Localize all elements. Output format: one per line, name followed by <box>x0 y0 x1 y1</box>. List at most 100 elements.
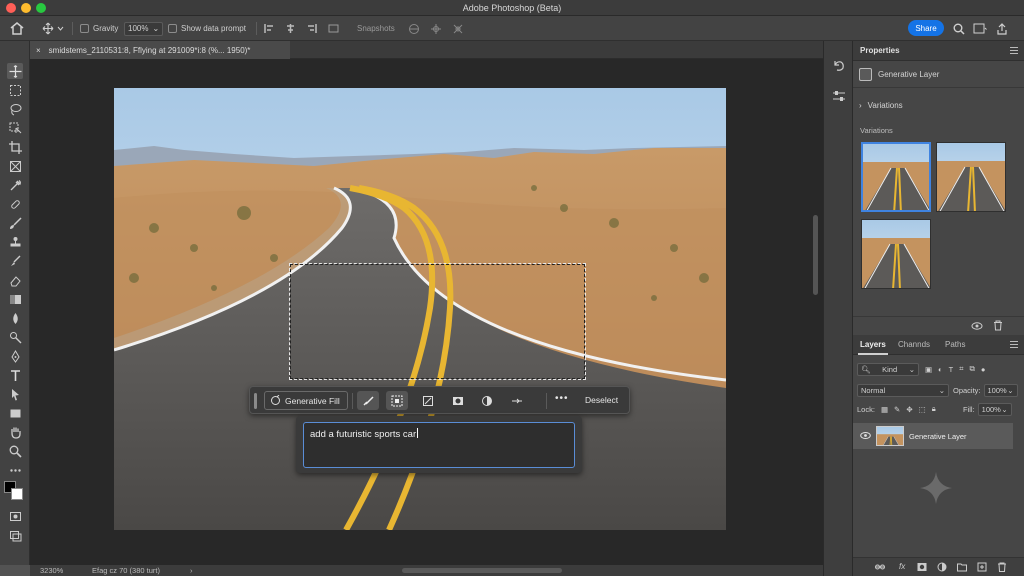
zoom-level[interactable]: 3230% <box>40 566 63 575</box>
deselect-button[interactable]: Deselect <box>585 395 618 405</box>
variation-thumbnail-1[interactable] <box>861 142 931 212</box>
new-group-icon[interactable] <box>957 562 967 572</box>
close-tab-icon[interactable]: × <box>36 46 41 55</box>
more-tools-icon[interactable] <box>7 462 23 478</box>
adjustment-filter-icon[interactable]: ◐ <box>938 365 943 374</box>
eye-icon[interactable] <box>860 431 871 442</box>
lock-transparent-icon[interactable]: ▦ <box>881 405 888 414</box>
variation-thumbnail-3[interactable] <box>861 219 931 289</box>
show-prompt-checkbox[interactable]: Show data prompt <box>168 21 246 36</box>
blur-tool-icon[interactable] <box>7 310 23 326</box>
search-icon[interactable] <box>951 21 966 36</box>
move-tool-icon[interactable] <box>42 21 66 36</box>
rectangle-tool-icon[interactable] <box>7 405 23 421</box>
background-color-swatch[interactable] <box>11 488 23 500</box>
document-tab[interactable]: × smidstems_2110531:8, Fflying at 291009… <box>30 41 290 59</box>
feather-button[interactable] <box>506 391 528 410</box>
panel-menu-icon[interactable] <box>1010 341 1018 348</box>
export-icon[interactable] <box>994 21 1009 36</box>
variation-thumbnail-2[interactable] <box>936 142 1006 212</box>
pixel-filter-icon[interactable]: ▣ <box>925 365 932 374</box>
transform-icon <box>423 395 433 406</box>
more-options-button[interactable]: ••• <box>555 393 569 404</box>
selection-marquee[interactable] <box>289 263 586 380</box>
link-layers-icon[interactable] <box>875 562 885 572</box>
gradient-tool-icon[interactable] <box>7 291 23 307</box>
history-panel-icon[interactable] <box>832 59 846 73</box>
panel-menu-icon[interactable] <box>1010 47 1018 54</box>
crop-tool-icon[interactable] <box>7 139 23 155</box>
align-center-icon[interactable] <box>283 21 298 36</box>
add-mask-icon[interactable] <box>917 562 927 572</box>
new-layer-icon[interactable] <box>977 562 987 572</box>
3d-scale-icon[interactable] <box>450 21 465 36</box>
path-select-tool-icon[interactable] <box>7 386 23 402</box>
eraser-tool-icon[interactable] <box>7 272 23 288</box>
workspace-icon[interactable] <box>972 21 987 36</box>
zoom-tool-icon[interactable] <box>7 443 23 459</box>
type-tool-icon[interactable] <box>7 367 23 383</box>
adjustment-layer-icon[interactable] <box>937 562 947 572</box>
variations-section-header[interactable]: › Variations <box>859 101 903 110</box>
zoom-select[interactable]: 100% ⌄ <box>124 21 164 36</box>
lasso-tool-icon[interactable] <box>7 101 23 117</box>
pen-tool-icon[interactable] <box>7 348 23 364</box>
horizontal-scrollbar[interactable] <box>402 568 562 573</box>
generative-prompt-input[interactable]: add a futuristic sports car <box>303 422 575 468</box>
hand-tool-icon[interactable] <box>7 424 23 440</box>
object-select-tool-icon[interactable] <box>7 120 23 136</box>
history-brush-icon[interactable] <box>7 253 23 269</box>
quick-mask-icon[interactable] <box>7 508 23 524</box>
dodge-tool-icon[interactable] <box>7 329 23 345</box>
move-tool-icon[interactable] <box>7 63 23 79</box>
trash-icon[interactable] <box>993 320 1003 333</box>
mask-button[interactable] <box>447 391 469 410</box>
tab-layers[interactable]: Layers <box>858 340 888 355</box>
gravity-checkbox[interactable]: Gravity <box>80 21 118 36</box>
lock-pixels-icon[interactable]: ✎ <box>894 405 900 414</box>
frame-tool-icon[interactable] <box>7 158 23 174</box>
select-subject-button[interactable] <box>386 391 408 410</box>
eyedropper-tool-icon[interactable] <box>7 177 23 193</box>
tab-channels[interactable]: Channds <box>898 340 930 349</box>
filter-toggle-icon[interactable]: ● <box>981 365 986 374</box>
document-info[interactable]: Efag cz 70 (380 turt) <box>92 566 160 575</box>
chevron-right-icon[interactable]: › <box>190 566 193 575</box>
properties-tab[interactable]: Properties <box>860 46 900 55</box>
fx-icon[interactable]: fx <box>899 562 909 572</box>
visibility-icon[interactable] <box>971 321 983 333</box>
home-icon[interactable] <box>10 21 26 36</box>
shape-filter-icon[interactable]: ⌗ <box>959 364 963 374</box>
blend-mode-select[interactable]: Normal ⌄ <box>857 383 949 397</box>
fill-control[interactable]: Fill: 100% ⌄ <box>963 402 1012 416</box>
brush-tool-icon[interactable] <box>7 215 23 231</box>
align-right-icon[interactable] <box>304 21 319 36</box>
transform-selection-button[interactable] <box>417 391 439 410</box>
blend-mode-value: Normal <box>861 385 886 395</box>
align-left-icon[interactable] <box>262 21 277 36</box>
invert-button[interactable] <box>476 391 498 410</box>
lock-all-icon[interactable]: 🔒︎ <box>932 404 936 414</box>
healing-brush-icon[interactable] <box>7 196 23 212</box>
3d-pan-icon[interactable] <box>428 21 443 36</box>
lock-position-icon[interactable]: ✥ <box>906 405 912 414</box>
screen-mode-icon[interactable] <box>7 527 23 543</box>
opacity-control[interactable]: Opacity: 100% ⌄ <box>953 383 1018 397</box>
delete-layer-icon[interactable] <box>997 562 1007 572</box>
drag-handle[interactable] <box>254 393 257 409</box>
kind-filter-select[interactable]: 🔍︎ Kind ⌄ <box>857 362 919 376</box>
generative-fill-button[interactable]: Generative Fill <box>264 391 348 410</box>
vertical-scrollbar[interactable] <box>813 215 818 295</box>
marquee-tool-icon[interactable] <box>7 82 23 98</box>
smart-object-filter-icon[interactable]: ⧉ <box>969 364 974 374</box>
share-button[interactable]: Share <box>908 20 944 36</box>
lock-artboard-icon[interactable]: ⬚ <box>919 405 926 414</box>
distribute-icon[interactable] <box>326 21 341 36</box>
stamp-tool-icon[interactable] <box>7 234 23 250</box>
layer-row[interactable]: Generative Layer <box>853 423 1013 449</box>
3d-rotate-icon[interactable] <box>406 21 421 36</box>
type-filter-icon[interactable]: T <box>949 365 954 374</box>
modify-selection-button[interactable] <box>357 391 379 410</box>
adjustments-panel-icon[interactable] <box>832 89 846 103</box>
tab-paths[interactable]: Paths <box>945 340 965 349</box>
